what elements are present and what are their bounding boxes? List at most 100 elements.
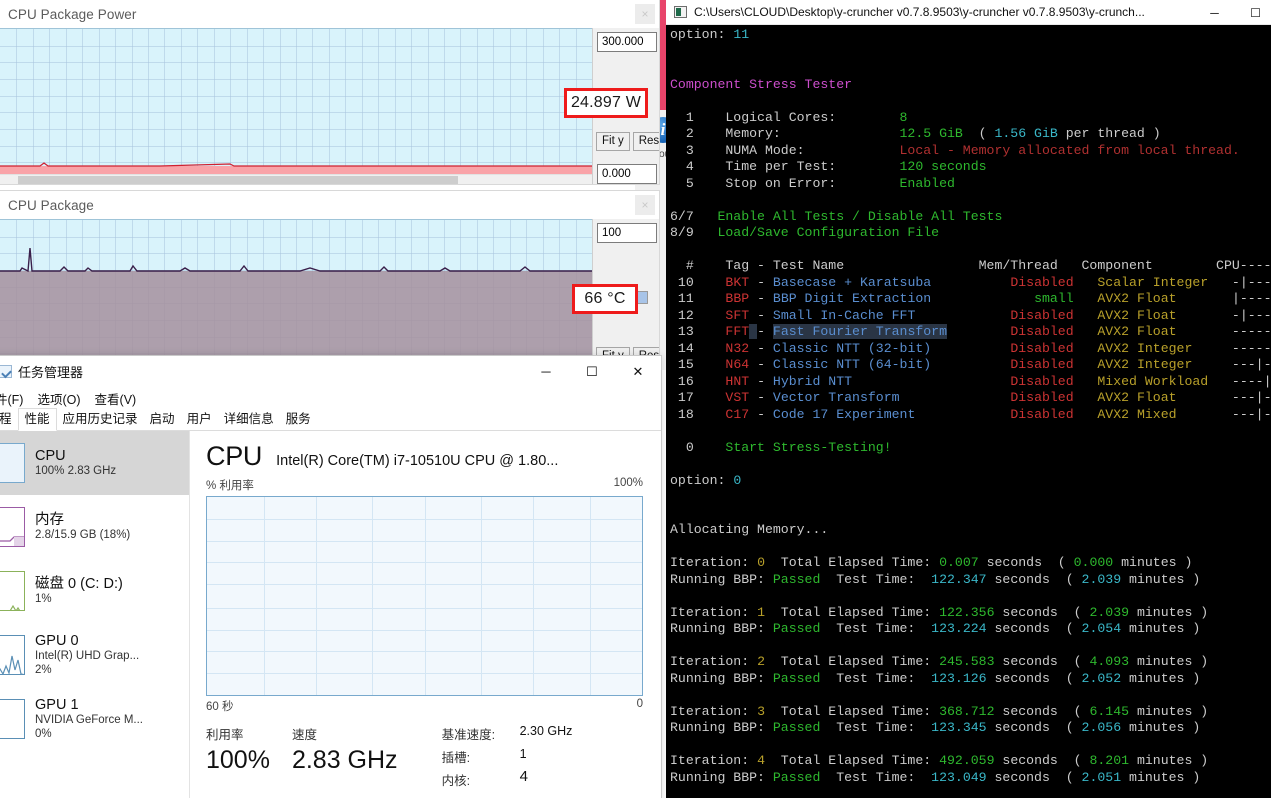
close-icon[interactable]: × — [635, 195, 655, 215]
console-span: Total Elapsed Time: — [764, 703, 940, 719]
taskmgr-title: 任务管理器 — [18, 365, 84, 380]
minimize-button[interactable]: ─ — [1194, 0, 1235, 25]
cpu-model-label: Intel(R) Core(TM) i7-10510U CPU @ 1.80..… — [276, 453, 559, 469]
console-span: 4 Time per Test: — [670, 159, 900, 174]
tab-2[interactable]: 应用历史记录 — [57, 409, 144, 430]
console-span: seconds ( — [978, 555, 1074, 570]
console-output[interactable]: option: 11 Component Stress Tester 1 Log… — [666, 25, 1271, 798]
tab-3[interactable]: 启动 — [144, 409, 181, 430]
y-max-input[interactable]: 300.000 — [597, 32, 657, 52]
sidebar-item-sublabel-0: NVIDIA GeForce M... — [35, 713, 143, 726]
taskmgr-tabbar: 程性能 应用历史记录 启动 用户 详细信息 服务 — [0, 408, 661, 431]
taskmgr-body: CPU 100% 2.83 GHz 内存 2.8/15.9 GB (18%) 磁盘 0 … — [0, 431, 661, 798]
console-span: BKT — [725, 274, 750, 290]
menu-item-1[interactable]: 选项(O) — [37, 389, 80, 408]
gridline-horizontal — [207, 562, 642, 564]
console-line-18: 13 FFT - Fast Fourier Transform Disabled… — [670, 324, 1271, 341]
cpu-info-list: 基准速度: 2.30 GHz 插槽: 1 内核: 4 — [442, 724, 573, 793]
power-hscrollbar[interactable] — [0, 174, 592, 184]
sidebar-item-label: GPU 0 — [35, 632, 79, 649]
reset-button[interactable]: Reset — [632, 132, 659, 151]
console-span: ----|- — [1231, 373, 1271, 389]
console-span: minutes ) — [1129, 753, 1209, 768]
console-span: 245.583 — [939, 654, 995, 669]
console-line-38: Iteration: 2 Total Elapsed Time: 245.583… — [670, 654, 1271, 671]
console-span: 492.059 — [939, 753, 995, 768]
console-span: AVX2 Float — [1097, 307, 1177, 323]
console-span — [931, 357, 1010, 372]
console-span: 12 — [670, 307, 726, 323]
temp-trace — [0, 247, 592, 369]
console-span: Total Elapsed Time: — [764, 604, 940, 620]
console-span: seconds ( — [986, 670, 1082, 686]
tab-1[interactable]: 性能 — [17, 408, 57, 431]
sidebar-item-0[interactable]: CPU 100% 2.83 GHz — [0, 431, 189, 495]
console-span: 0 — [733, 472, 742, 488]
maximize-button[interactable]: ☐ — [1235, 0, 1271, 25]
console-span: 8.201 — [1089, 753, 1130, 768]
fit-y-button[interactable]: Fit y — [596, 132, 630, 151]
console-line-8: 4 Time per Test: 120 seconds — [670, 159, 1271, 176]
console-span: Total Elapsed Time: — [764, 753, 940, 768]
console-line-5: 1 Logical Cores: 8 — [670, 110, 1271, 127]
console-span: -|--- — [1176, 307, 1271, 323]
console-line-10 — [670, 192, 1271, 209]
minimize-button[interactable]: ─ — [523, 356, 569, 387]
console-line-23: 18 C17 - Code 17 Experiment Disabled AVX… — [670, 407, 1271, 424]
info-key: 插槽: — [441, 751, 471, 765]
sidebar-item-3[interactable]: GPU 0 Intel(R) UHD Grap... 2% — [0, 623, 189, 687]
sidebar-item-label: 内存 — [35, 511, 64, 528]
y-min-input[interactable]: 0.000 — [597, 164, 657, 184]
console-span: Passed — [772, 769, 821, 785]
close-icon[interactable]: × — [635, 4, 655, 24]
console-span: 13 — [670, 324, 726, 339]
console-span — [931, 341, 1010, 356]
console-app-icon — [674, 6, 687, 18]
sidebar-item-1[interactable]: 内存 2.8/15.9 GB (18%) — [0, 495, 189, 559]
console-line-29 — [670, 506, 1271, 523]
console-span: minutes ) — [1129, 654, 1209, 669]
sidebar-item-4[interactable]: GPU 1 NVIDIA GeForce M... 0% — [0, 687, 189, 751]
console-span: AVX2 Integer — [1097, 357, 1193, 372]
console-span: ---|- — [1176, 406, 1271, 422]
menu-item-2[interactable]: 查看(V) — [95, 389, 137, 408]
console-span: Iteration: — [670, 753, 758, 768]
console-span: 2 — [757, 654, 765, 669]
console-span: ----- — [1176, 324, 1271, 339]
console-span: Component Stress Tester — [670, 76, 853, 92]
console-span: 123.049 — [931, 769, 987, 785]
task-manager-window: 任务管理器 ─ ☐ ✕ 件(F) 选项(O) 查看(V) 程性能应用历史记录启动用户… — [0, 355, 662, 798]
console-span: Iteration: — [670, 654, 758, 669]
info-value: 4 — [519, 768, 528, 785]
console-span: minutes ) — [1121, 621, 1201, 636]
panel-titlebar-temp: CPU Package — [0, 191, 659, 219]
console-span: Test Time: — [820, 769, 932, 785]
sidebar-item-2[interactable]: 磁盘 0 (C: D:) 1% — [0, 559, 189, 623]
console-span: 0 — [757, 555, 765, 570]
y-max-input[interactable]: 100 — [597, 223, 657, 243]
console-span: Code 17 Experiment — [772, 406, 916, 422]
tab-6[interactable]: 服务 — [280, 409, 317, 430]
console-span: per thread ) — [1057, 126, 1161, 141]
info-row-0: 基准速度: 2.30 GHz — [442, 724, 573, 743]
console-span: Classic NTT (64-bit) — [772, 357, 932, 372]
console-span: - — [749, 340, 773, 356]
axis-max-label: 100% — [613, 477, 643, 489]
tab-5[interactable]: 详细信息 — [218, 409, 280, 430]
tab-0[interactable]: 程 — [0, 409, 18, 430]
power-button-row: Fit y Reset — [596, 132, 659, 151]
maximize-button[interactable]: ☐ — [569, 356, 615, 387]
stat-label: 利用率 — [206, 728, 244, 742]
console-span: Start Stress-Testing! — [725, 439, 892, 455]
sidebar-thumbnail — [0, 443, 25, 483]
gridline-horizontal — [207, 607, 642, 609]
panel-title: CPU Package Power — [8, 6, 137, 22]
console-span: AVX2 Mixed — [1097, 406, 1177, 422]
console-span: minutes ) — [1121, 769, 1201, 785]
tab-4[interactable]: 用户 — [181, 409, 218, 430]
gridline-vertical — [533, 497, 535, 695]
scroll-thumb[interactable] — [18, 176, 458, 184]
console-span: Scalar Integer — [1097, 274, 1209, 290]
menu-item-0[interactable]: 件(F) — [0, 389, 23, 408]
close-button[interactable]: ✕ — [615, 356, 661, 387]
